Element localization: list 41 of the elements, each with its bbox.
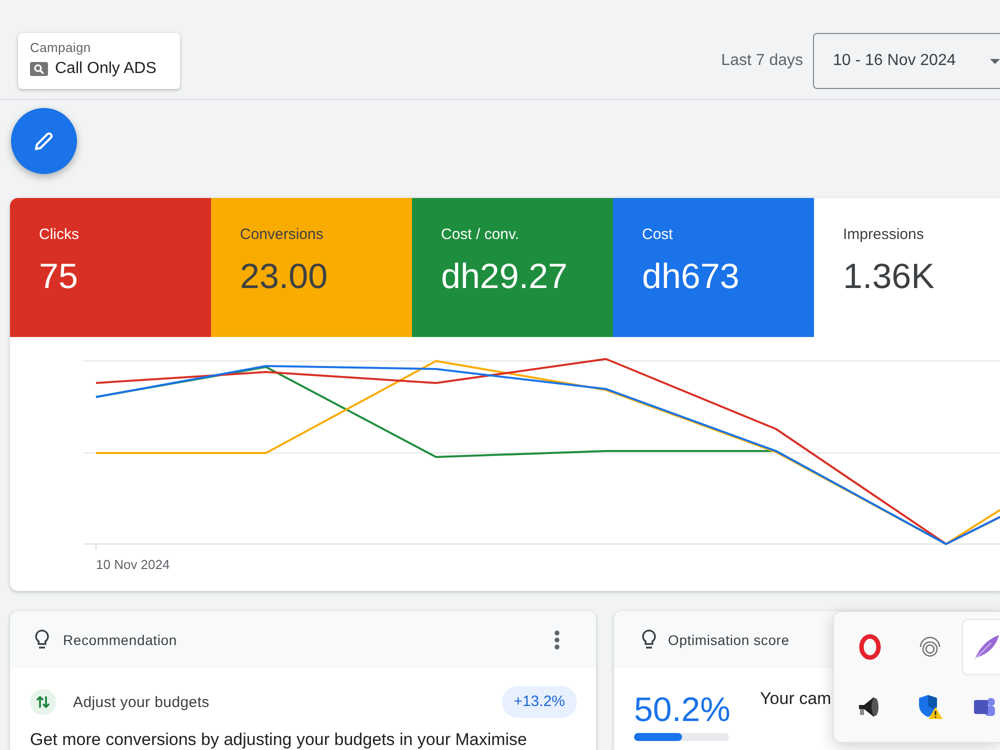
campaign-selector[interactable]: Campaign Call Only ADS xyxy=(18,33,180,89)
campaign-name: Call Only ADS xyxy=(55,59,156,79)
metric-value: dh29.27 xyxy=(441,257,568,297)
date-range-dropdown[interactable]: 10 - 16 Nov 2024 xyxy=(813,33,1000,89)
metric-label: Impressions xyxy=(843,226,924,244)
recommendation-title: Adjust your budgets xyxy=(73,694,210,710)
metric-value: 1.36K xyxy=(843,257,934,297)
date-range-label: Last 7 days xyxy=(721,52,803,70)
metric-tile[interactable]: Clicks 75 xyxy=(10,198,211,337)
score-value: 50.2% xyxy=(634,690,730,730)
uplift-chip: +13.2% xyxy=(502,686,577,718)
app-tile-icon xyxy=(973,695,997,719)
date-label: 10 Nov 2024 xyxy=(96,557,170,572)
card-title: Recommendation xyxy=(63,632,177,648)
metric-tile[interactable]: Cost / conv. dh29.27 xyxy=(412,198,613,337)
lightbulb-icon xyxy=(641,629,657,650)
metric-tile[interactable]: Cost dh673 xyxy=(613,198,814,337)
edit-button[interactable] xyxy=(11,108,77,174)
pencil-icon xyxy=(33,130,55,152)
metric-tile[interactable]: Impressions 1.36K xyxy=(814,198,1000,337)
metric-value: 23.00 xyxy=(240,257,328,297)
shield-warning-icon xyxy=(917,694,943,720)
lightbulb-icon xyxy=(34,629,50,650)
card-title: Optimisation score xyxy=(668,632,790,648)
description-text: Get more conversions by adjusting your budgets in your Maximise xyxy=(30,730,528,749)
up-down-arrows-icon xyxy=(30,689,56,715)
metric-label: Clicks xyxy=(39,226,79,244)
metric-tile[interactable]: Conversions 23.00 xyxy=(211,198,412,337)
concentric-rings-icon xyxy=(918,635,942,659)
metric-value: 75 xyxy=(39,257,78,297)
field-label: Campaign xyxy=(30,40,92,56)
metric-label: Conversions xyxy=(240,226,324,244)
metric-label: Cost xyxy=(642,226,673,244)
caret-icon xyxy=(990,58,1000,64)
search-icon xyxy=(30,62,48,76)
description-text: Your cam xyxy=(760,689,832,709)
more-options-icon[interactable] xyxy=(554,630,560,650)
ring-icon xyxy=(859,634,881,660)
metric-label: Cost / conv. xyxy=(441,226,520,244)
feather-icon xyxy=(973,634,999,660)
metric-value: dh673 xyxy=(642,257,740,297)
